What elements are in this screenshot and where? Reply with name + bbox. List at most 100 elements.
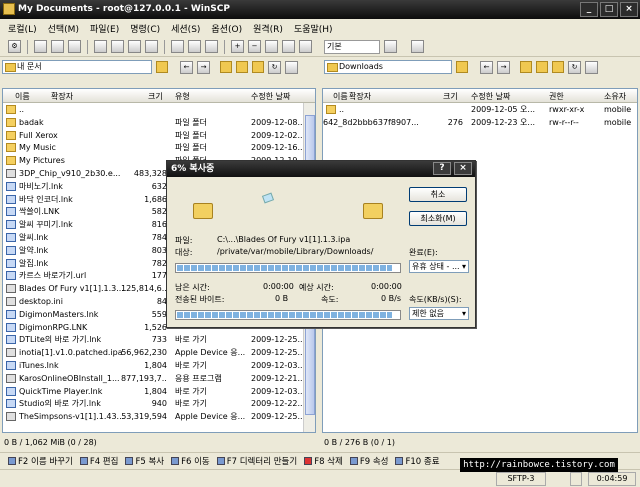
dialog-close-button[interactable]: × xyxy=(454,162,472,175)
move-button[interactable]: F6 이동 xyxy=(171,455,210,467)
forward-icon[interactable]: → xyxy=(497,60,510,74)
copy-button[interactable]: F5 복사 xyxy=(125,455,164,467)
local-file-row[interactable]: iTunes.lnk 1,804 바로 가기 2009-12-03... xyxy=(3,359,315,372)
preferences-icon[interactable] xyxy=(384,40,397,53)
copy-icon xyxy=(125,456,134,465)
file-modified: 2009-12-03... xyxy=(251,361,306,370)
copy-icon[interactable] xyxy=(34,40,47,53)
find-icon[interactable] xyxy=(585,60,598,74)
select-icon[interactable] xyxy=(68,40,81,53)
menu-help[interactable]: 도움말(H) xyxy=(294,22,333,35)
remote-file-row[interactable]: .. 2009-12-05 오... rwxr-xr-x mobile xyxy=(323,103,637,116)
transfer-icon[interactable] xyxy=(205,40,218,53)
compare-icon[interactable] xyxy=(145,40,158,53)
folder-open-icon[interactable] xyxy=(456,61,468,73)
column-rights[interactable]: 권한 xyxy=(549,91,564,102)
local-file-row[interactable]: Studio의 바로 가기.lnk 940 바로 가기 2009-12-22... xyxy=(3,397,315,410)
forward-icon[interactable]: → xyxy=(197,60,210,74)
local-file-row[interactable]: DTLite의 바로 가기.lnk 733 바로 가기 2009-12-25... xyxy=(3,333,315,346)
minimize-button[interactable]: _ xyxy=(580,2,598,17)
speed-limit-select[interactable]: 제한 없음 xyxy=(409,307,469,320)
completion-action-select[interactable]: 유휴 상태 - ... xyxy=(409,260,469,273)
left-path-select[interactable]: 내 문서 xyxy=(2,60,152,74)
remove-icon[interactable]: − xyxy=(248,40,261,53)
file-name: QuickTime Player.lnk xyxy=(19,386,103,396)
file-size: 276 xyxy=(447,117,463,127)
maximize-button[interactable]: □ xyxy=(600,2,618,17)
file-name: iTunes.lnk xyxy=(19,361,59,370)
column-type[interactable]: 유형 xyxy=(175,91,190,102)
properties-button[interactable]: F9 속성 xyxy=(349,455,388,467)
file-name: badak xyxy=(19,117,44,127)
folder-icon xyxy=(6,105,16,114)
window-title: My Documents - root@127.0.0.1 - WinSCP xyxy=(18,4,230,14)
local-file-row[interactable]: My Music 파일 폴더 2009-12-16... xyxy=(3,141,315,154)
local-file-row[interactable]: QuickTime Player.lnk 1,804 바로 가기 2009-12-03… xyxy=(3,385,315,398)
root-dir-icon[interactable] xyxy=(536,61,548,73)
download-icon[interactable] xyxy=(111,40,124,53)
sync-icon[interactable] xyxy=(128,40,141,53)
menu-options[interactable]: 옵션(O) xyxy=(211,22,242,35)
rename-button[interactable]: F2 이름 바꾸기 xyxy=(8,455,73,467)
create-directory-button[interactable]: F7 디렉터리 만들기 xyxy=(216,455,297,467)
add-icon[interactable]: + xyxy=(231,40,244,53)
local-file-row[interactable]: .. xyxy=(3,103,315,116)
minimize-dialog-button[interactable]: 최소화(M) xyxy=(409,211,467,226)
file-name: 알약.lnk xyxy=(19,245,49,255)
globe-icon[interactable] xyxy=(411,40,424,53)
back-icon[interactable]: ← xyxy=(480,60,493,74)
filter-icon[interactable] xyxy=(282,40,295,53)
remote-file-row[interactable]: 642_8d2bbb637f8907... 276 2009-12-23 오... r… xyxy=(323,116,637,129)
column-size[interactable]: 크기 xyxy=(148,91,163,102)
menu-remote[interactable]: 원격(R) xyxy=(253,22,283,35)
column-extension[interactable]: 확장자 xyxy=(349,91,371,102)
delete-button[interactable]: F8 삭제 xyxy=(304,455,343,467)
home-dir-icon[interactable] xyxy=(252,61,264,73)
back-icon[interactable]: ← xyxy=(180,60,193,74)
transfer-settings-select[interactable]: 기본 xyxy=(324,39,380,54)
file-icon xyxy=(6,348,16,358)
find-icon[interactable] xyxy=(285,60,298,74)
upload-icon[interactable] xyxy=(94,40,107,53)
parent-dir-icon[interactable] xyxy=(220,61,232,73)
column-name[interactable]: 이름 xyxy=(15,91,30,102)
menu-session[interactable]: 세션(S) xyxy=(171,22,200,35)
column-size[interactable]: 크기 xyxy=(443,91,458,102)
gear-icon[interactable]: ⚙ xyxy=(8,40,21,53)
delete-label: F8 삭제 xyxy=(314,456,343,467)
paste-icon[interactable] xyxy=(51,40,64,53)
local-file-row[interactable]: KarosOnlineOBInstall_1... 877,193,7... 응용 … xyxy=(3,372,315,385)
local-file-row[interactable]: TheSimpsons-v1[1].1.43... 53,319,594 Apple… xyxy=(3,410,315,423)
right-path-select[interactable]: Downloads xyxy=(324,60,452,74)
refresh-icon[interactable]: ↻ xyxy=(268,60,281,74)
close-window-button[interactable]: × xyxy=(620,2,638,17)
terminal-icon[interactable] xyxy=(171,40,184,53)
home-dir-icon[interactable] xyxy=(552,61,564,73)
menu-commands[interactable]: 명령(C) xyxy=(130,22,160,35)
local-file-row[interactable]: badak 파일 폴더 2009-12-08... xyxy=(3,116,315,129)
local-file-row[interactable]: Full Xerox 파일 폴더 2009-12-02... xyxy=(3,129,315,142)
quit-button[interactable]: F10 종료 xyxy=(395,455,440,467)
sort-icon[interactable] xyxy=(299,40,312,53)
refresh-icon[interactable]: ↻ xyxy=(568,60,581,74)
invert-icon[interactable] xyxy=(265,40,278,53)
dialog-title: 6% 복사중 xyxy=(171,164,215,174)
column-modified[interactable]: 수정한 날짜 xyxy=(251,91,290,102)
edit-button[interactable]: F4 편집 xyxy=(79,455,118,467)
menu-local[interactable]: 로컬(L) xyxy=(8,22,37,35)
column-name[interactable]: 이름 xyxy=(333,91,348,102)
column-modified[interactable]: 수정한 날짜 xyxy=(471,91,510,102)
folder-open-icon[interactable] xyxy=(156,61,168,73)
menu-mark[interactable]: 선택(M) xyxy=(48,22,79,35)
file-size: 483,328 xyxy=(133,169,167,178)
column-extension[interactable]: 확장자 xyxy=(51,91,73,102)
queue-icon[interactable] xyxy=(188,40,201,53)
cancel-button[interactable]: 취소 xyxy=(409,187,467,202)
file-size: 877,193,7... xyxy=(121,373,167,383)
help-button[interactable]: ? xyxy=(433,162,451,175)
root-dir-icon[interactable] xyxy=(236,61,248,73)
parent-dir-icon[interactable] xyxy=(520,61,532,73)
local-file-row[interactable]: inotia[1].v1.0.patched.ipa 56,962,230 Appl… xyxy=(3,346,315,359)
menu-files[interactable]: 파일(E) xyxy=(90,22,119,35)
column-owner[interactable]: 소유자 xyxy=(604,91,626,102)
